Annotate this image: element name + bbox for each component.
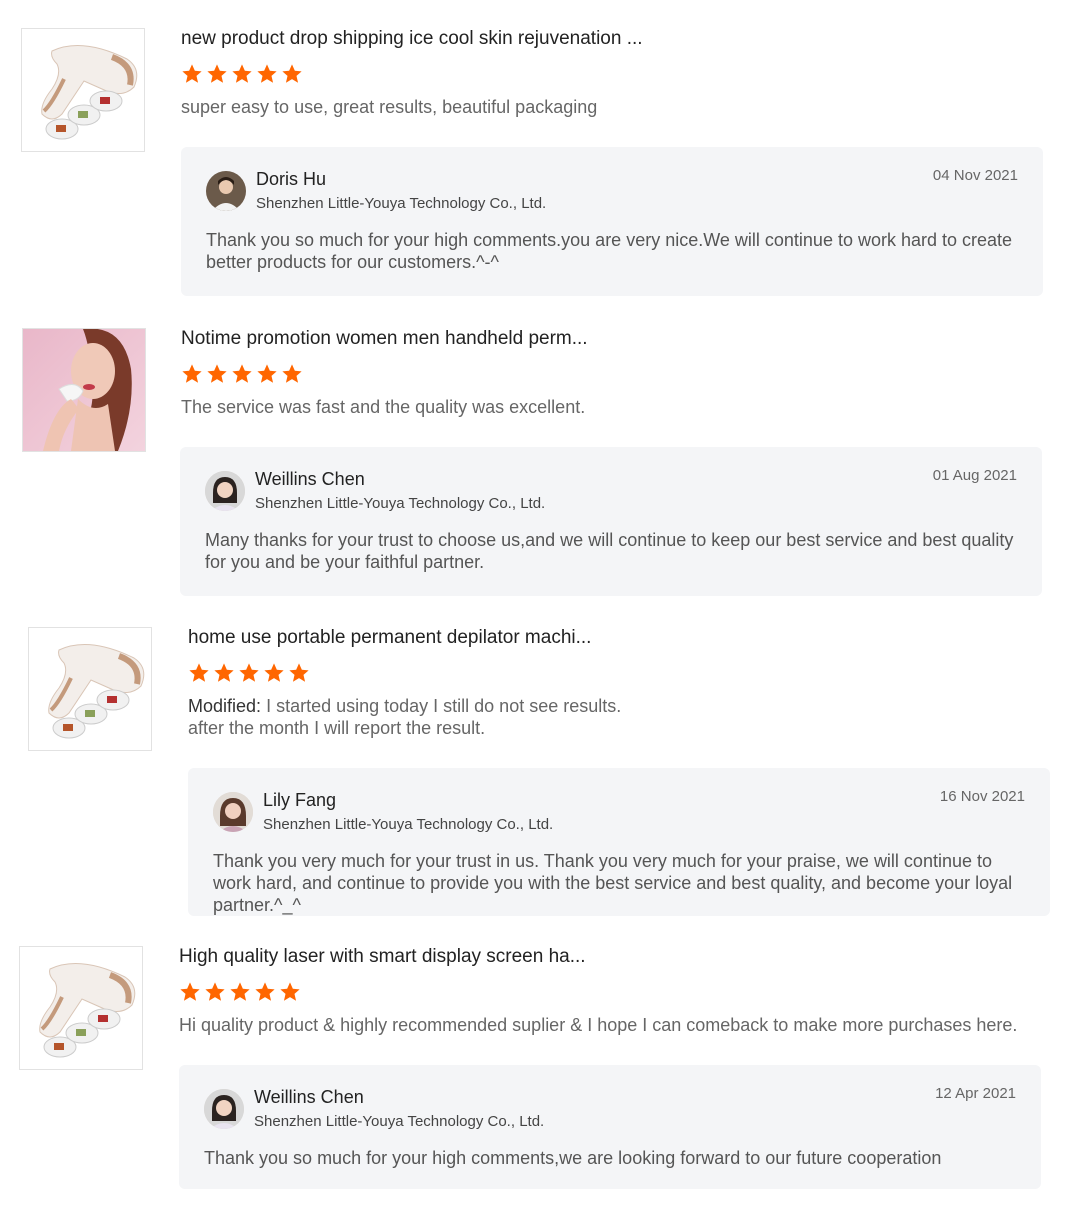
reply-company: Shenzhen Little-Youya Technology Co., Lt… [256, 195, 547, 212]
star-icon [207, 64, 227, 83]
star-rating [181, 63, 1051, 85]
star-icon [180, 982, 200, 1001]
star-rating [179, 981, 1049, 1003]
reply-text: Thank you so much for your high comments… [206, 230, 1013, 272]
avatar [213, 792, 253, 832]
star-icon [232, 64, 252, 83]
reply-text: Thank you so much for your high comments… [204, 1148, 942, 1168]
avatar [205, 471, 245, 511]
supplier-reply: Lily Fang Shenzhen Little-Youya Technolo… [188, 768, 1050, 916]
reply-company: Shenzhen Little-Youya Technology Co., Lt… [263, 816, 554, 833]
reply-author-name: Weillins Chen [254, 1087, 364, 1107]
review-text-line1: I started using today I still do not see… [266, 696, 622, 716]
product-thumbnail[interactable] [21, 28, 145, 152]
reply-date: 12 Apr 2021 [935, 1085, 1016, 1102]
supplier-reply: Doris Hu Shenzhen Little-Youya Technolog… [181, 147, 1043, 296]
star-icon [205, 982, 225, 1001]
reply-text: Many thanks for your trust to choose us,… [205, 530, 1014, 572]
star-icon [282, 364, 302, 383]
star-rating [188, 662, 1058, 684]
star-icon [230, 982, 250, 1001]
star-icon [289, 663, 309, 682]
star-icon [214, 663, 234, 682]
review-text: Hi quality product & highly recommended … [179, 1015, 1018, 1035]
reply-date: 01 Aug 2021 [932, 467, 1017, 484]
star-icon [280, 982, 300, 1001]
review-text: Modified: I started using today I still … [188, 695, 1058, 739]
product-thumbnail[interactable] [22, 328, 146, 452]
product-thumbnail[interactable] [28, 627, 152, 751]
hair-removal-device-image [22, 29, 144, 151]
reply-author-name: Weillins Chen [255, 469, 365, 489]
reply-author-name: Lily Fang [263, 790, 337, 810]
star-icon [182, 364, 202, 383]
reply-date: 16 Nov 2021 [939, 788, 1025, 805]
product-thumbnail[interactable] [19, 946, 143, 1070]
hair-removal-device-image [20, 947, 142, 1069]
modified-label: Modified: [188, 696, 262, 716]
avatar [204, 1089, 244, 1129]
reply-company: Shenzhen Little-Youya Technology Co., Lt… [254, 1113, 545, 1130]
product-title[interactable]: new product drop shipping ice cool skin … [181, 28, 1051, 50]
star-icon [282, 64, 302, 83]
supplier-reply: Weillins Chen Shenzhen Little-Youya Tech… [179, 1065, 1041, 1189]
product-title[interactable]: Notime promotion women men handheld perm… [181, 328, 1051, 350]
reply-company: Shenzhen Little-Youya Technology Co., Lt… [255, 495, 546, 512]
star-icon [182, 64, 202, 83]
star-icon [257, 364, 277, 383]
product-title[interactable]: home use portable permanent depilator ma… [188, 627, 1058, 649]
review-text-line2: after the month I will report the result… [188, 718, 486, 738]
star-icon [207, 364, 227, 383]
hair-removal-device-image [29, 628, 151, 750]
star-icon [232, 364, 252, 383]
product-title[interactable]: High quality laser with smart display sc… [179, 946, 1049, 968]
review-text: The service was fast and the quality was… [181, 397, 586, 417]
star-icon [255, 982, 275, 1001]
review-text: super easy to use, great results, beauti… [181, 97, 598, 117]
star-icon [189, 663, 209, 682]
star-rating [181, 363, 1051, 385]
star-icon [257, 64, 277, 83]
reply-text: Thank you very much for your trust in us… [213, 851, 1013, 915]
reply-date: 04 Nov 2021 [932, 167, 1018, 184]
reply-author-name: Doris Hu [256, 169, 327, 189]
model-with-device-image [23, 329, 145, 451]
star-icon [239, 663, 259, 682]
supplier-reply: Weillins Chen Shenzhen Little-Youya Tech… [180, 447, 1042, 596]
star-icon [264, 663, 284, 682]
avatar [206, 171, 246, 211]
